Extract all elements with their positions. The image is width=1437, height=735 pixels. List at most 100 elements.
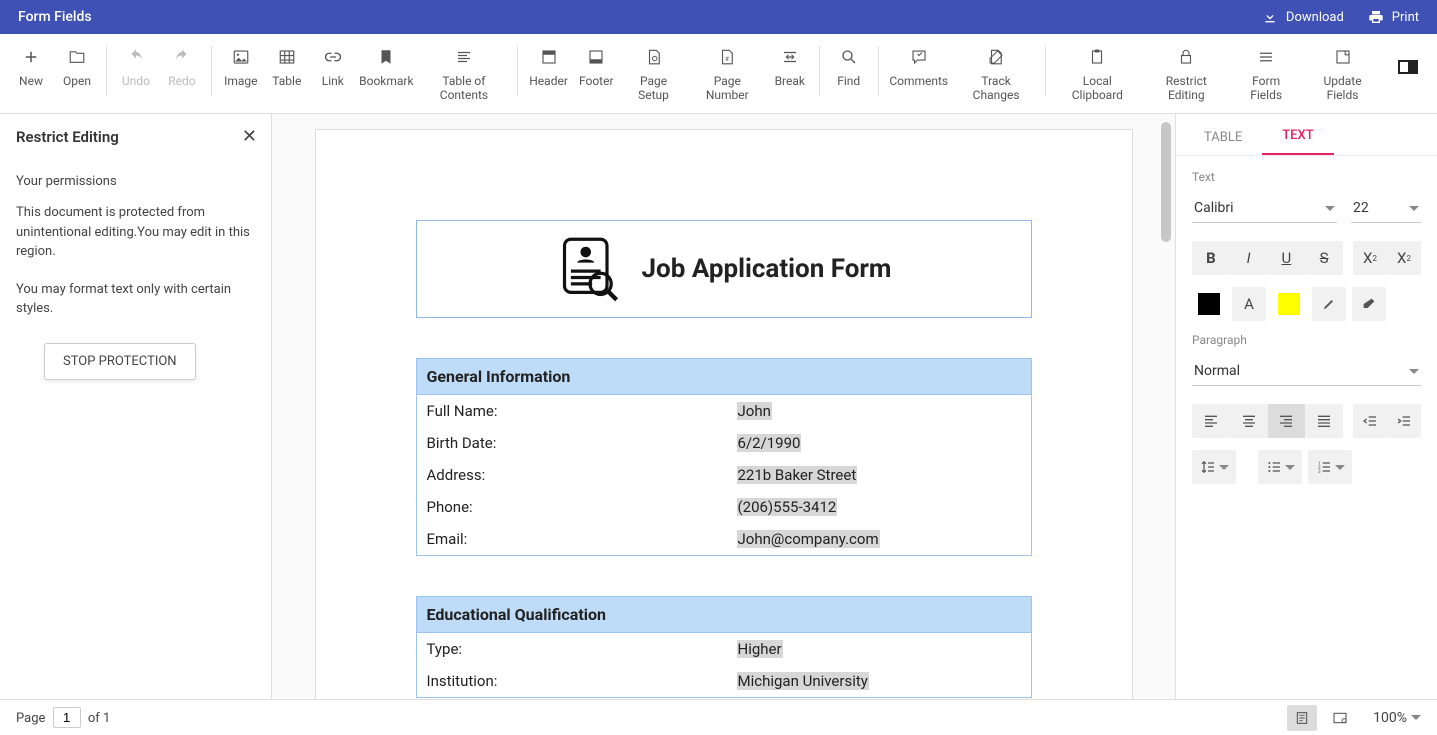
line-spacing-button[interactable] bbox=[1192, 450, 1236, 484]
local-clipboard-button[interactable]: Local Clipboard bbox=[1052, 42, 1142, 103]
align-center-button[interactable] bbox=[1230, 404, 1268, 438]
tab-text[interactable]: TEXT bbox=[1262, 118, 1333, 155]
download-icon bbox=[1262, 9, 1278, 25]
bullet-list-button[interactable] bbox=[1258, 450, 1302, 484]
update-fields-label: Update Fields bbox=[1310, 74, 1375, 103]
document-canvas[interactable]: Job Application Form General Information… bbox=[272, 114, 1175, 699]
chevron-down-icon bbox=[1335, 465, 1345, 470]
bookmark-button[interactable]: Bookmark bbox=[356, 42, 417, 88]
scrollbar[interactable] bbox=[1161, 122, 1171, 691]
footer-icon bbox=[587, 48, 605, 66]
link-button[interactable]: Link bbox=[310, 42, 356, 88]
clear-format-button[interactable] bbox=[1352, 287, 1386, 321]
field-label: Type: bbox=[427, 640, 737, 658]
comments-icon bbox=[910, 48, 928, 66]
italic-button[interactable]: I bbox=[1230, 241, 1268, 275]
font-family-dropdown[interactable]: Calibri bbox=[1192, 196, 1337, 223]
numbered-list-button[interactable]: 123 bbox=[1308, 450, 1352, 484]
download-button[interactable]: Download bbox=[1262, 9, 1344, 25]
download-label: Download bbox=[1286, 10, 1344, 25]
field-value[interactable]: John bbox=[737, 402, 772, 420]
align-justify-button[interactable] bbox=[1305, 404, 1343, 438]
page-number-input[interactable] bbox=[53, 707, 81, 728]
bookmark-icon bbox=[377, 48, 395, 66]
strikethrough-button[interactable]: S bbox=[1305, 241, 1343, 275]
paragraph-style-dropdown[interactable]: Normal bbox=[1192, 359, 1421, 386]
comments-label: Comments bbox=[889, 74, 948, 88]
close-icon[interactable]: ✕ bbox=[242, 126, 257, 147]
restrict-editing-panel: Restrict Editing ✕ Your permissions This… bbox=[0, 114, 272, 699]
subscript-button[interactable]: X2 bbox=[1387, 241, 1421, 275]
tab-table[interactable]: TABLE bbox=[1184, 120, 1262, 155]
header-button[interactable]: Header bbox=[524, 42, 573, 88]
page-number-icon: # bbox=[718, 48, 736, 66]
local-clipboard-label: Local Clipboard bbox=[1060, 74, 1134, 103]
panel-title: Restrict Editing bbox=[16, 128, 255, 146]
chevron-down-icon bbox=[1411, 715, 1421, 720]
web-layout-button[interactable] bbox=[1325, 705, 1355, 731]
open-button[interactable]: Open bbox=[54, 42, 100, 88]
track-changes-button[interactable]: Track Changes bbox=[953, 42, 1040, 103]
section-general-information: General Information Full Name:John Birth… bbox=[416, 358, 1032, 556]
print-icon bbox=[1368, 9, 1384, 25]
track-changes-icon bbox=[987, 48, 1005, 66]
image-button[interactable]: Image bbox=[218, 42, 264, 88]
page-setup-button[interactable]: Page Setup bbox=[619, 42, 688, 103]
bookmark-label: Bookmark bbox=[359, 74, 413, 88]
restrict-editing-button[interactable]: Restrict Editing bbox=[1142, 42, 1230, 103]
find-button[interactable]: Find bbox=[826, 42, 872, 88]
footer-button[interactable]: Footer bbox=[573, 42, 619, 88]
page-number-button[interactable]: # Page Number bbox=[688, 42, 767, 103]
page-view-button[interactable] bbox=[1287, 705, 1317, 731]
zoom-dropdown[interactable]: 100% bbox=[1373, 710, 1421, 726]
field-value[interactable]: 6/2/1990 bbox=[737, 434, 802, 452]
header-label: Header bbox=[529, 74, 568, 88]
bold-button[interactable]: B bbox=[1192, 241, 1230, 275]
table-button[interactable]: Table bbox=[264, 42, 310, 88]
redo-label: Redo bbox=[168, 74, 195, 88]
increase-indent-button[interactable] bbox=[1387, 404, 1421, 438]
undo-button[interactable]: Undo bbox=[113, 42, 159, 88]
highlight-color-swatch[interactable] bbox=[1272, 287, 1306, 321]
decrease-indent-button[interactable] bbox=[1353, 404, 1387, 438]
font-color-swatch[interactable] bbox=[1192, 287, 1226, 321]
highlight-button[interactable] bbox=[1312, 287, 1346, 321]
image-icon bbox=[232, 48, 250, 66]
new-button[interactable]: New bbox=[8, 42, 54, 88]
field-value[interactable]: Higher bbox=[737, 640, 783, 658]
field-label: Birth Date: bbox=[427, 434, 737, 452]
update-fields-button[interactable]: Update Fields bbox=[1302, 42, 1383, 103]
section-heading: Educational Qualification bbox=[417, 597, 1031, 633]
redo-icon bbox=[173, 48, 191, 66]
toc-icon bbox=[455, 48, 473, 66]
font-color-button[interactable]: A bbox=[1232, 287, 1266, 321]
superscript-button[interactable]: X2 bbox=[1353, 241, 1387, 275]
font-size-dropdown[interactable]: 22 bbox=[1351, 196, 1421, 223]
properties-panel: TABLE TEXT Text Calibri 22 B I U S bbox=[1175, 114, 1437, 699]
print-button[interactable]: Print bbox=[1368, 9, 1419, 25]
scrollbar-thumb[interactable] bbox=[1161, 122, 1171, 242]
image-label: Image bbox=[224, 74, 257, 88]
form-fields-button[interactable]: Form Fields bbox=[1230, 42, 1302, 103]
stop-protection-button[interactable]: STOP PROTECTION bbox=[44, 343, 196, 380]
field-value[interactable]: 221b Baker Street bbox=[737, 466, 858, 484]
undo-label: Undo bbox=[122, 74, 150, 88]
redo-button[interactable]: Redo bbox=[159, 42, 205, 88]
toc-label: Table of Contents bbox=[425, 74, 503, 103]
form-row: Phone:(206)555-3412 bbox=[417, 491, 1031, 523]
break-label: Break bbox=[775, 74, 805, 88]
field-value[interactable]: (206)555-3412 bbox=[737, 498, 838, 516]
align-right-button[interactable] bbox=[1268, 404, 1306, 438]
form-row: Birth Date:6/2/1990 bbox=[417, 427, 1031, 459]
dark-mode-toggle[interactable] bbox=[1385, 42, 1431, 74]
field-value[interactable]: Michigan University bbox=[737, 672, 869, 690]
field-value[interactable]: John@company.com bbox=[737, 530, 880, 548]
document-logo-icon bbox=[556, 235, 624, 303]
underline-button[interactable]: U bbox=[1268, 241, 1306, 275]
comments-button[interactable]: Comments bbox=[885, 42, 953, 88]
field-label: Phone: bbox=[427, 498, 737, 516]
toc-button[interactable]: Table of Contents bbox=[417, 42, 511, 103]
align-left-button[interactable] bbox=[1192, 404, 1230, 438]
break-button[interactable]: Break bbox=[767, 42, 813, 88]
app-header: Form Fields Download Print bbox=[0, 0, 1437, 34]
